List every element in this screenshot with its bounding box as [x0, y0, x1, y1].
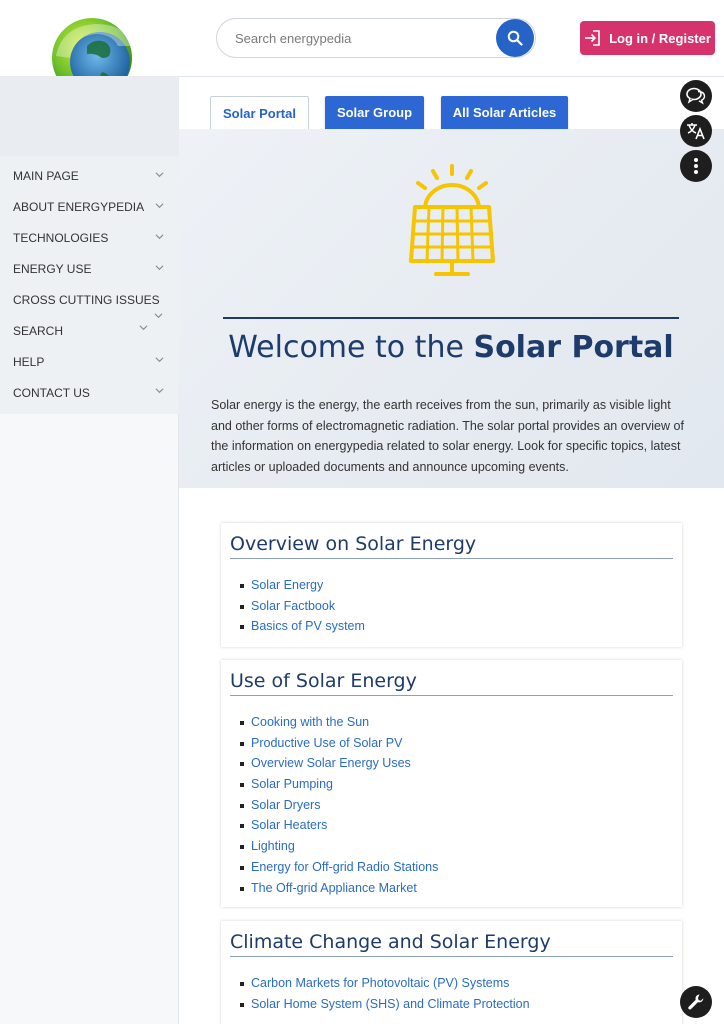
list-item[interactable]: Lighting — [240, 836, 438, 857]
section-divider — [230, 956, 673, 957]
sidebar-item-main-page[interactable]: MAIN PAGE — [13, 169, 173, 189]
page-title: Welcome to the Solar Portal — [228, 330, 674, 365]
chevron-down-icon[interactable] — [155, 201, 164, 210]
sidebar-item-search[interactable]: SEARCH — [13, 324, 173, 344]
list-item[interactable]: Solar Home System (SHS) and Climate Prot… — [240, 994, 530, 1015]
sidebar-item-about-energypedia[interactable]: ABOUT ENERGYPEDIA — [13, 200, 173, 220]
chevron-down-icon[interactable] — [155, 170, 164, 179]
tab-solar-portal[interactable]: Solar Portal — [210, 96, 309, 129]
translate-icon — [687, 123, 705, 140]
sidebar-header — [0, 76, 179, 156]
section-card-overview: Overview on Solar Energy Solar Energy So… — [221, 523, 682, 647]
search-input[interactable] — [235, 28, 485, 48]
list-item[interactable]: Solar Dryers — [240, 795, 438, 816]
sidebar-empty-area — [0, 414, 179, 1024]
list-item[interactable]: Basics of PV system — [240, 616, 365, 637]
sidebar-item-help[interactable]: HELP — [13, 355, 173, 375]
link-list: Cooking with the Sun Productive Use of S… — [240, 712, 438, 898]
login-register-button[interactable]: Log in / Register — [580, 21, 715, 55]
link-list: Solar Energy Solar Factbook Basics of PV… — [240, 575, 365, 637]
search-bar — [216, 18, 536, 58]
list-item[interactable]: Solar Energy — [240, 575, 365, 596]
tools-button[interactable] — [680, 986, 712, 1018]
tab-all-solar-articles[interactable]: All Solar Articles — [441, 96, 568, 129]
chevron-down-icon[interactable] — [155, 386, 164, 395]
header-divider — [179, 76, 724, 77]
list-item[interactable]: Solar Factbook — [240, 596, 365, 617]
search-button[interactable] — [496, 19, 534, 57]
tab-solar-group[interactable]: Solar Group — [325, 96, 424, 129]
sidebar-item-contact-us[interactable]: CONTACT US — [13, 386, 173, 406]
login-register-label: Log in / Register — [609, 30, 711, 46]
chevron-down-icon[interactable] — [155, 355, 164, 364]
intro-paragraph: Solar energy is the energy, the earth re… — [211, 398, 684, 474]
search-icon — [507, 30, 523, 46]
discussion-button[interactable] — [680, 80, 712, 112]
wrench-icon — [688, 994, 704, 1010]
chevron-down-icon[interactable] — [154, 311, 163, 320]
solar-panel-sun-icon — [409, 164, 495, 276]
section-title: Climate Change and Solar Energy — [230, 931, 551, 953]
section-divider — [230, 558, 673, 559]
login-icon — [585, 30, 600, 46]
sidebar-item-cross-cutting-issues[interactable]: CROSS CUTTING ISSUES — [13, 293, 173, 313]
sidebar-item-technologies[interactable]: TECHNOLOGIES — [13, 231, 173, 251]
list-item[interactable]: Productive Use of Solar PV — [240, 733, 438, 754]
more-vertical-icon — [694, 158, 698, 174]
list-item[interactable]: Solar Pumping — [240, 774, 438, 795]
section-title: Use of Solar Energy — [230, 670, 417, 692]
list-item[interactable]: The Off-grid Appliance Market — [240, 878, 438, 899]
more-options-button[interactable] — [680, 150, 712, 182]
chevron-down-icon[interactable] — [155, 232, 164, 241]
section-title: Overview on Solar Energy — [230, 533, 477, 555]
section-card-use: Use of Solar Energy Cooking with the Sun… — [221, 660, 682, 907]
section-card-climate: Climate Change and Solar Energy Carbon M… — [221, 921, 682, 1024]
chevron-down-icon[interactable] — [155, 263, 164, 272]
chat-icon — [686, 87, 706, 105]
list-item[interactable]: Overview Solar Energy Uses — [240, 753, 438, 774]
list-item[interactable]: Cooking with the Sun — [240, 712, 438, 733]
list-item[interactable]: Solar Heaters — [240, 815, 438, 836]
sidebar-item-energy-use[interactable]: ENERGY USE — [13, 262, 173, 282]
hero-divider — [223, 317, 679, 319]
page: energypedia Log in / Register MAIN PAGE … — [0, 0, 724, 1024]
sidebar-nav: MAIN PAGE ABOUT ENERGYPEDIA TECHNOLOGIES… — [0, 156, 179, 416]
chevron-down-icon[interactable] — [139, 323, 148, 332]
language-button[interactable] — [680, 115, 712, 147]
list-item[interactable]: Energy for Off-grid Radio Stations — [240, 857, 438, 878]
link-list: Carbon Markets for Photovoltaic (PV) Sys… — [240, 973, 530, 1014]
section-divider — [230, 695, 673, 696]
list-item[interactable]: Carbon Markets for Photovoltaic (PV) Sys… — [240, 973, 530, 994]
